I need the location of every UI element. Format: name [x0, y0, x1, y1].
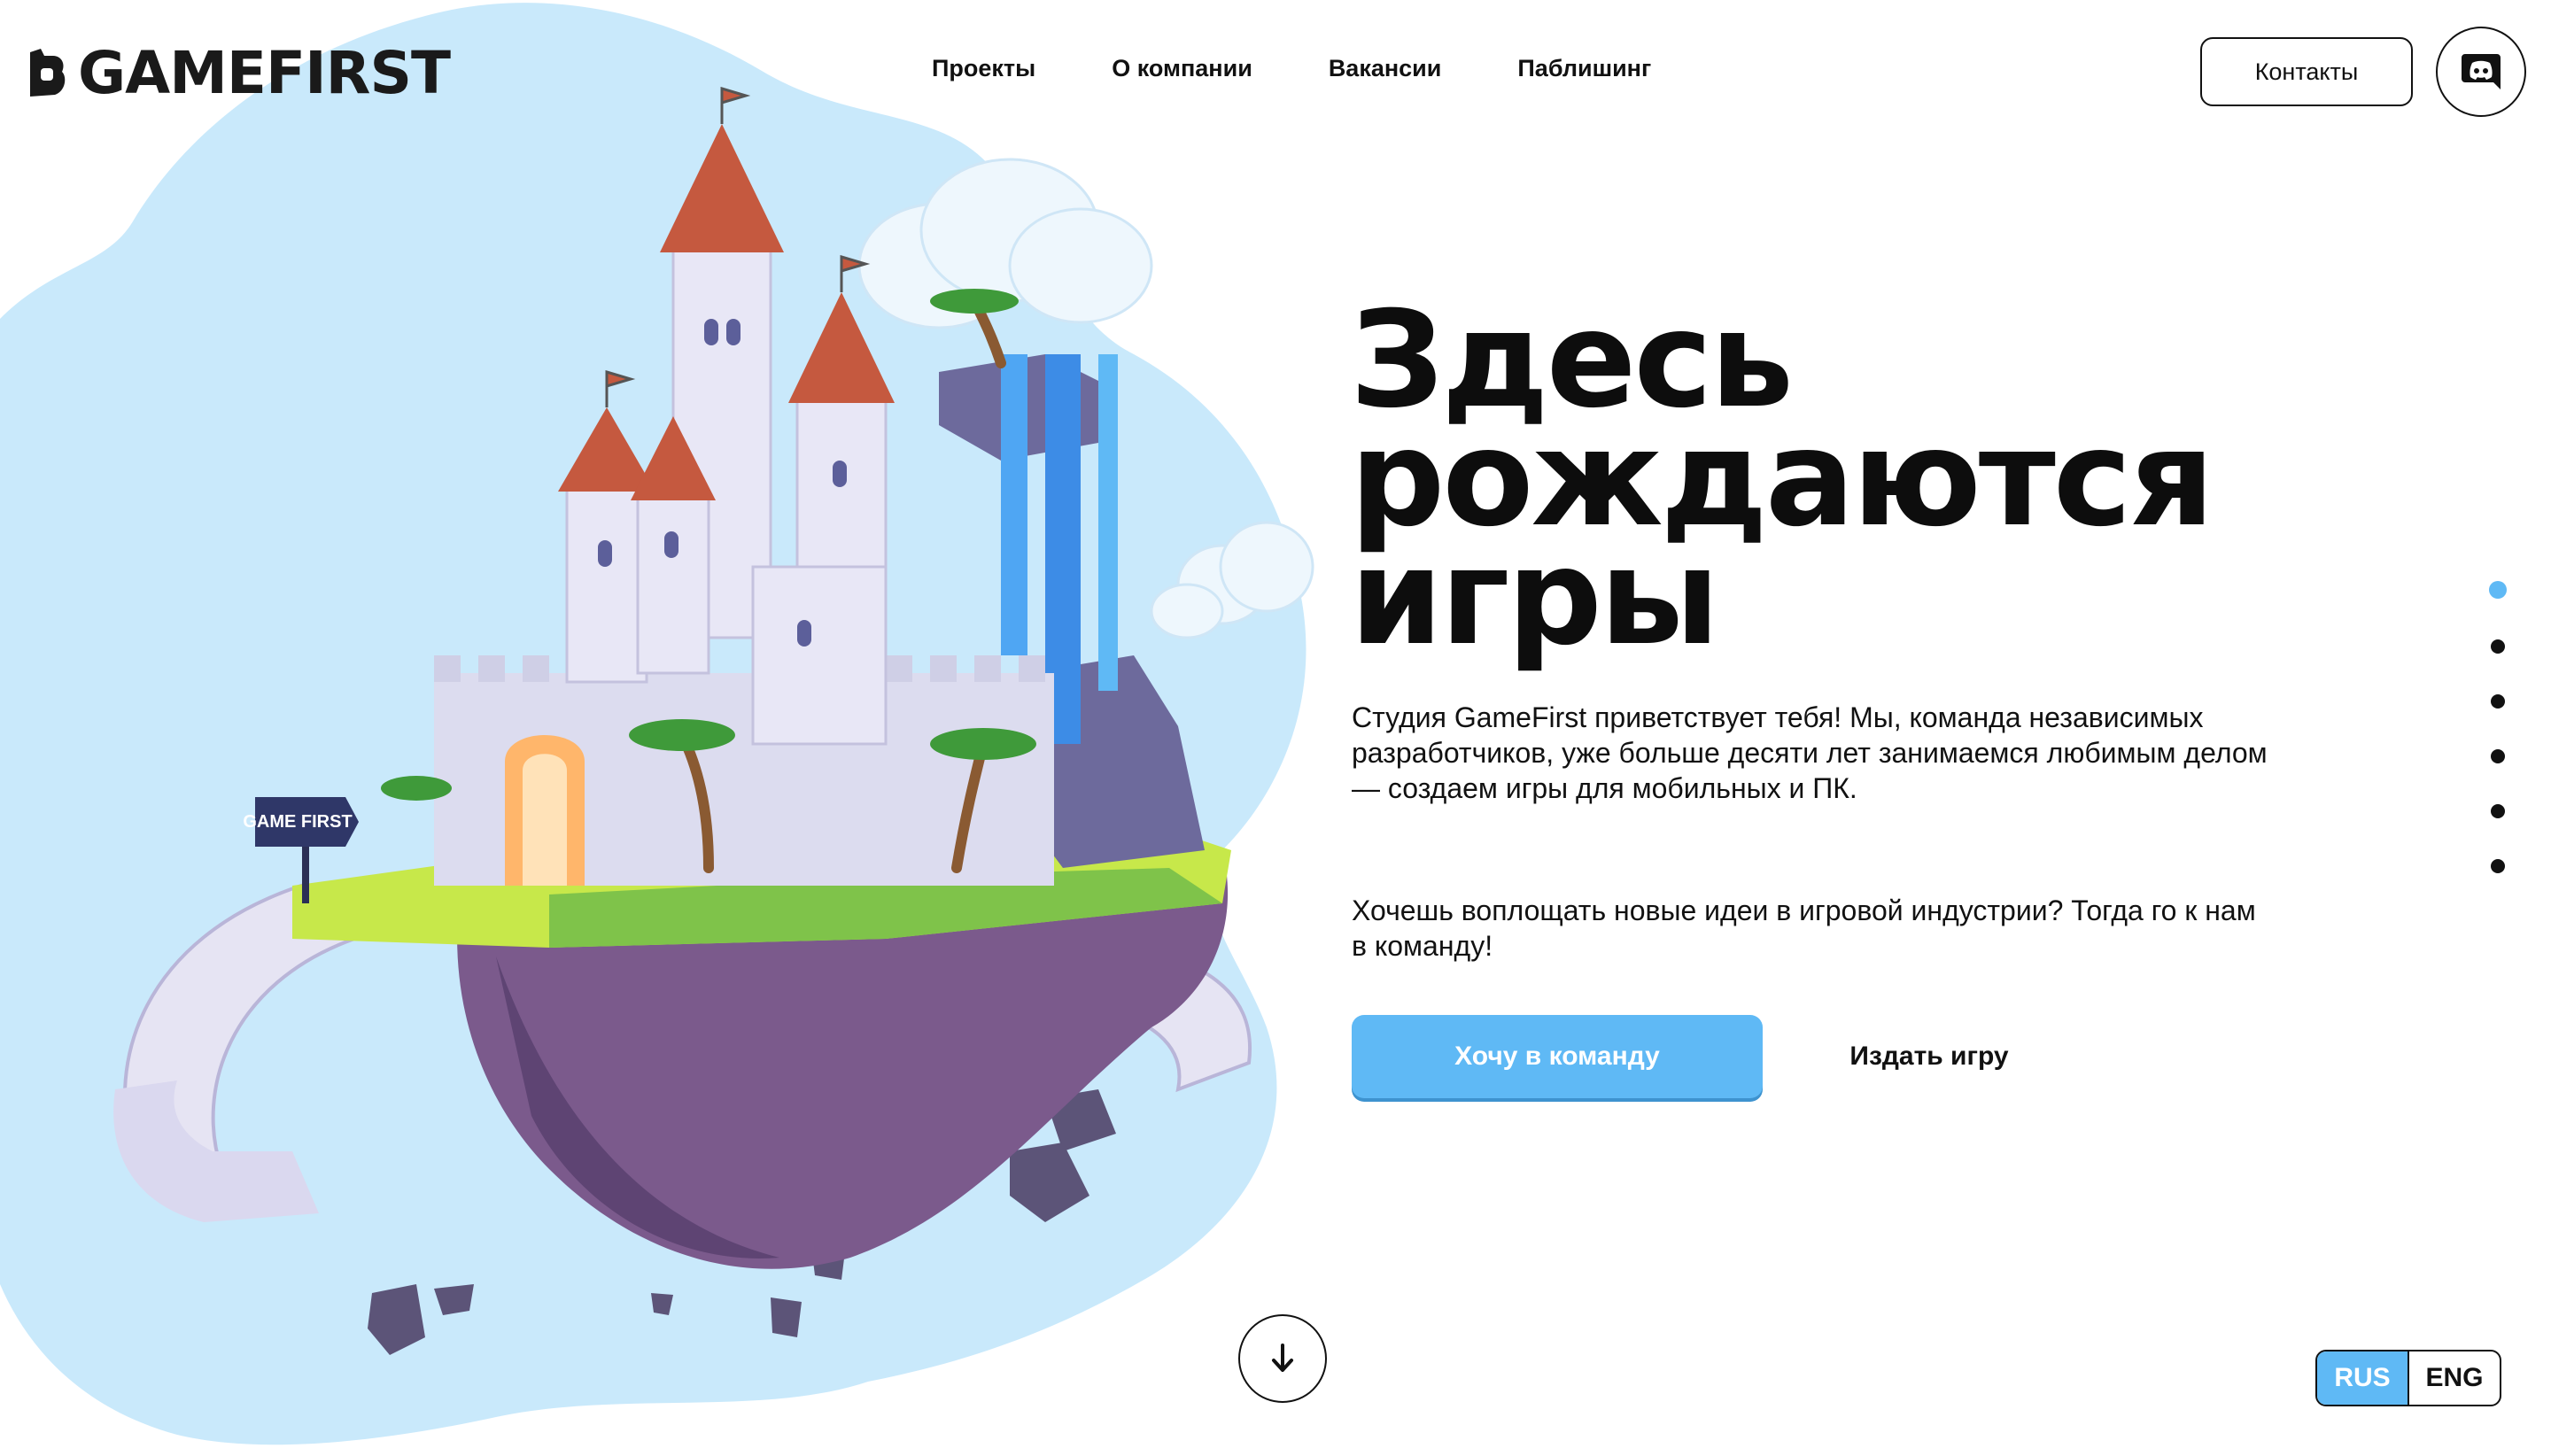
discord-button[interactable]: [2436, 27, 2526, 117]
language-option-eng[interactable]: ENG: [2409, 1351, 2500, 1405]
gamefirst-logo-icon: [30, 49, 66, 97]
hero-join-text: Хочешь воплощать новые идеи в игровой ин…: [1352, 895, 2256, 962]
discord-icon: [2462, 54, 2501, 89]
language-option-rus[interactable]: RUS: [2317, 1351, 2409, 1405]
hero-title: Здесь рождаются игры: [1350, 294, 2324, 675]
pagination-dot[interactable]: [2491, 859, 2505, 873]
brand-name: GAMEFIRST: [78, 38, 451, 107]
main-nav: Проекты О компании Вакансии Паблишинг: [932, 55, 1727, 82]
brand-logo[interactable]: GAMEFIRST: [25, 38, 451, 107]
hero-intro-text: Студия GameFirst приветствует тебя! Мы, …: [1352, 701, 2268, 804]
language-switcher: RUS ENG: [2315, 1350, 2501, 1406]
nav-item-vacancies[interactable]: Вакансии: [1329, 55, 1442, 82]
arrow-down-icon: [1272, 1344, 1293, 1372]
sign-text: GAME FIRST: [243, 812, 352, 832]
pagination-dot[interactable]: [2491, 804, 2505, 818]
section-pagination: [2489, 581, 2507, 914]
scroll-down-button[interactable]: [1238, 1314, 1327, 1403]
pagination-dot[interactable]: [2491, 639, 2505, 654]
nav-item-projects[interactable]: Проекты: [932, 55, 1035, 82]
contacts-button[interactable]: Контакты: [2200, 37, 2413, 106]
hero-title-line: игры: [1350, 521, 1720, 675]
nav-item-about[interactable]: О компании: [1112, 55, 1252, 82]
nav-item-publishing[interactable]: Паблишинг: [1517, 55, 1651, 82]
pagination-dot[interactable]: [2491, 749, 2505, 763]
castle-island-illustration: GAME FIRST: [113, 86, 1314, 1355]
pagination-dot-active[interactable]: [2489, 581, 2507, 599]
publish-game-link[interactable]: Издать игру: [1812, 1015, 2046, 1098]
join-team-button[interactable]: Хочу в команду: [1352, 1015, 1763, 1098]
pagination-dot[interactable]: [2491, 694, 2505, 709]
